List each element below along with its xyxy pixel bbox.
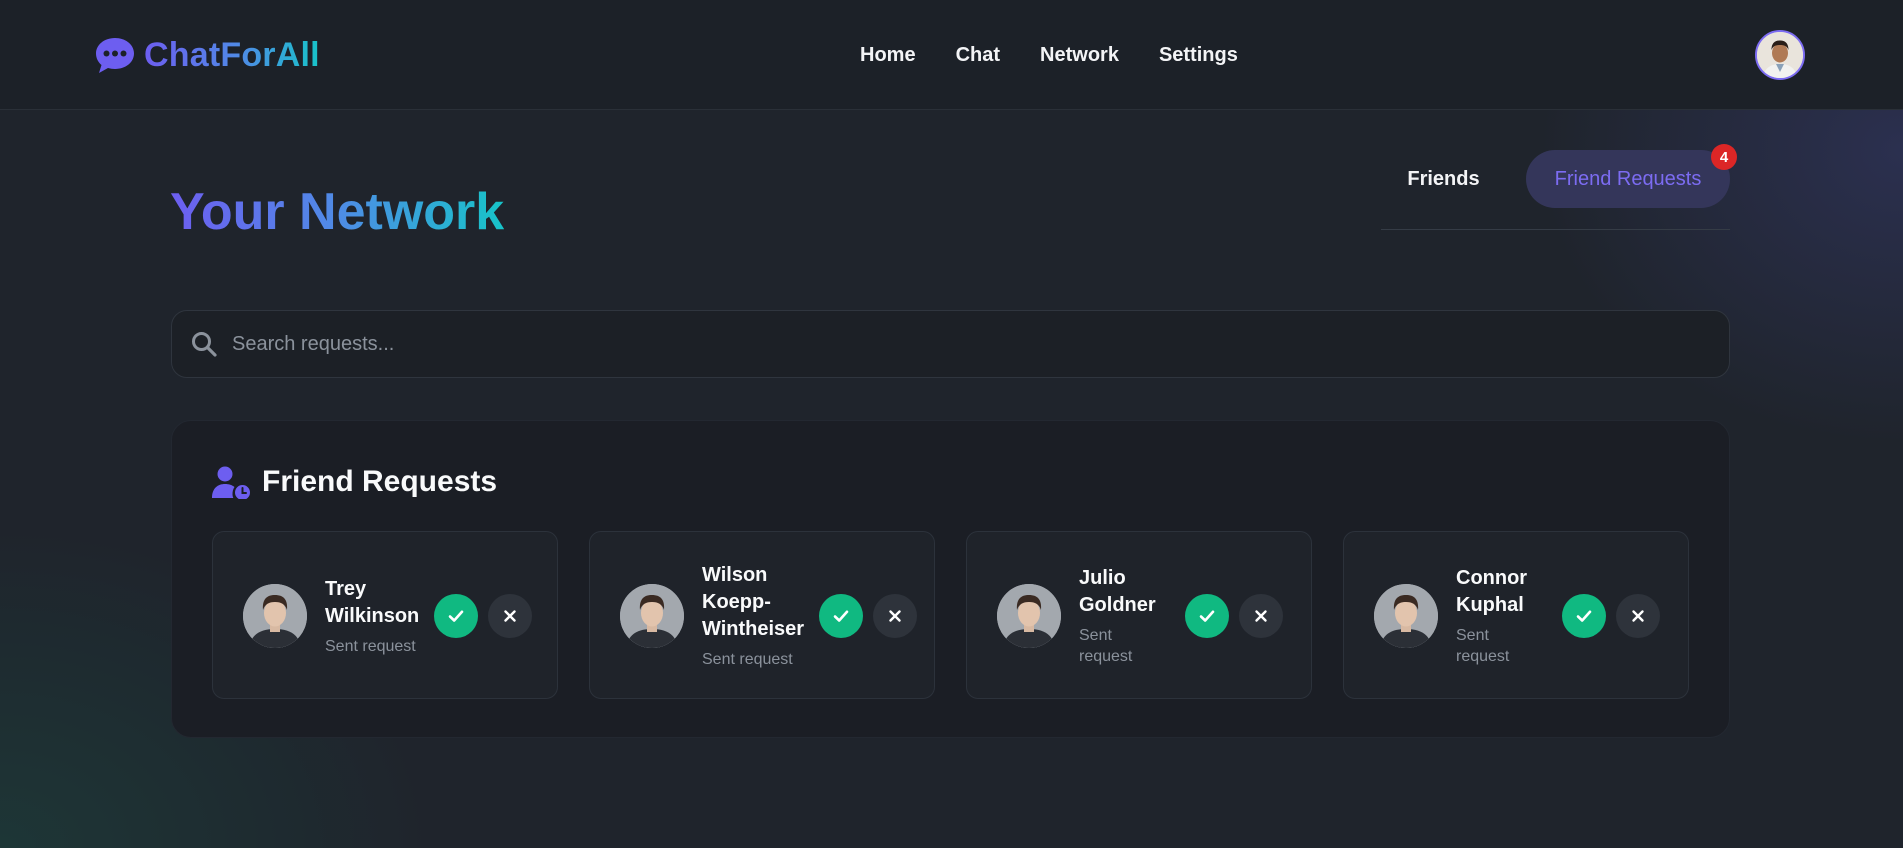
panel-header: Friend Requests (212, 465, 497, 499)
request-status-line: request (1079, 648, 1133, 665)
request-status-line: Sent request (325, 637, 416, 655)
person-photo-icon (620, 584, 684, 648)
request-name-line: Trey (325, 577, 367, 600)
request-status: Sent request (325, 636, 419, 657)
page-title: Your Network (170, 183, 505, 241)
check-icon (1199, 610, 1215, 622)
request-info: Trey Wilkinson Sent request (325, 532, 419, 700)
request-card: Julio Goldner Sent request (966, 531, 1312, 699)
close-icon (1255, 610, 1267, 622)
request-status-line: Sent (1079, 627, 1112, 644)
nav-chat[interactable]: Chat (956, 44, 1000, 67)
check-icon (1576, 610, 1592, 622)
request-name-line: Kuphal (1456, 594, 1524, 616)
request-name-line: Wilkinson (325, 604, 420, 627)
close-icon (504, 610, 516, 622)
nav-network[interactable]: Network (1040, 44, 1119, 67)
decline-button[interactable] (1239, 594, 1283, 638)
accept-button[interactable] (1562, 594, 1606, 638)
tab-friend-requests[interactable]: Friend Requests (1526, 150, 1730, 208)
request-status-line: Sent (1456, 627, 1489, 644)
request-name-line: Connor (1456, 567, 1528, 589)
request-status: Sent request (702, 649, 804, 670)
request-avatar[interactable] (997, 584, 1061, 648)
tab-friends[interactable]: Friends (1381, 150, 1506, 208)
decline-button[interactable] (1616, 594, 1660, 638)
accept-button[interactable] (1185, 594, 1229, 638)
requests-count-badge: 4 (1711, 144, 1737, 170)
request-name-line: Wintheiser (702, 618, 805, 640)
request-info: Connor Kuphal Sent request (1456, 532, 1527, 700)
request-status-line: request (1456, 648, 1510, 665)
user-photo-icon (1757, 32, 1803, 78)
close-icon (1632, 610, 1644, 622)
check-icon (833, 610, 849, 622)
decline-button[interactable] (488, 594, 532, 638)
request-status-line: Sent request (702, 651, 793, 668)
request-name-line: Goldner (1079, 594, 1156, 616)
request-card: Connor Kuphal Sent request (1343, 531, 1689, 699)
search-bar (171, 310, 1730, 378)
user-clock-icon (212, 466, 250, 499)
request-avatar[interactable] (243, 584, 307, 648)
brand-logo[interactable]: ChatForAll (94, 35, 320, 75)
main-nav: Home Chat Network Settings (860, 44, 1238, 67)
chat-bubble-icon (96, 38, 134, 73)
nav-home[interactable]: Home (860, 44, 916, 67)
close-icon (889, 610, 901, 622)
person-photo-icon (997, 584, 1061, 648)
search-icon (192, 332, 217, 357)
accept-button[interactable] (819, 594, 863, 638)
request-avatar[interactable] (620, 584, 684, 648)
search-input[interactable] (232, 332, 1682, 356)
user-avatar[interactable] (1755, 30, 1805, 80)
request-name-line: Julio (1079, 567, 1126, 589)
request-name[interactable]: Wilson Koepp- Wintheiser (702, 562, 804, 643)
person-photo-icon (243, 584, 307, 648)
friend-requests-panel: Friend Requests Trey Wilkinson Sent reque… (171, 420, 1730, 738)
request-name-line: Koepp- (702, 591, 771, 613)
request-cards: Trey Wilkinson Sent request Wilson Koepp- W… (212, 531, 1689, 699)
check-icon (448, 610, 464, 622)
nav-settings[interactable]: Settings (1159, 44, 1238, 67)
request-name-line: Wilson (702, 564, 768, 586)
request-name[interactable]: Trey Wilkinson (325, 576, 419, 630)
request-card: Wilson Koepp- Wintheiser Sent request (589, 531, 935, 699)
request-name[interactable]: Julio Goldner (1079, 565, 1156, 619)
network-tabs: Friends Friend Requests 4 (1381, 144, 1737, 230)
person-photo-icon (1374, 584, 1438, 648)
brand-name: ChatForAll (144, 35, 320, 74)
request-name[interactable]: Connor Kuphal (1456, 565, 1527, 619)
request-card: Trey Wilkinson Sent request (212, 531, 558, 699)
top-navbar: ChatForAll Home Chat Network Settings (0, 0, 1903, 110)
request-info: Wilson Koepp- Wintheiser Sent request (702, 532, 804, 700)
request-status: Sent request (1456, 625, 1527, 667)
accept-button[interactable] (434, 594, 478, 638)
request-info: Julio Goldner Sent request (1079, 532, 1156, 700)
request-avatar[interactable] (1374, 584, 1438, 648)
panel-title: Friend Requests (262, 465, 498, 498)
decline-button[interactable] (873, 594, 917, 638)
request-status: Sent request (1079, 625, 1156, 667)
